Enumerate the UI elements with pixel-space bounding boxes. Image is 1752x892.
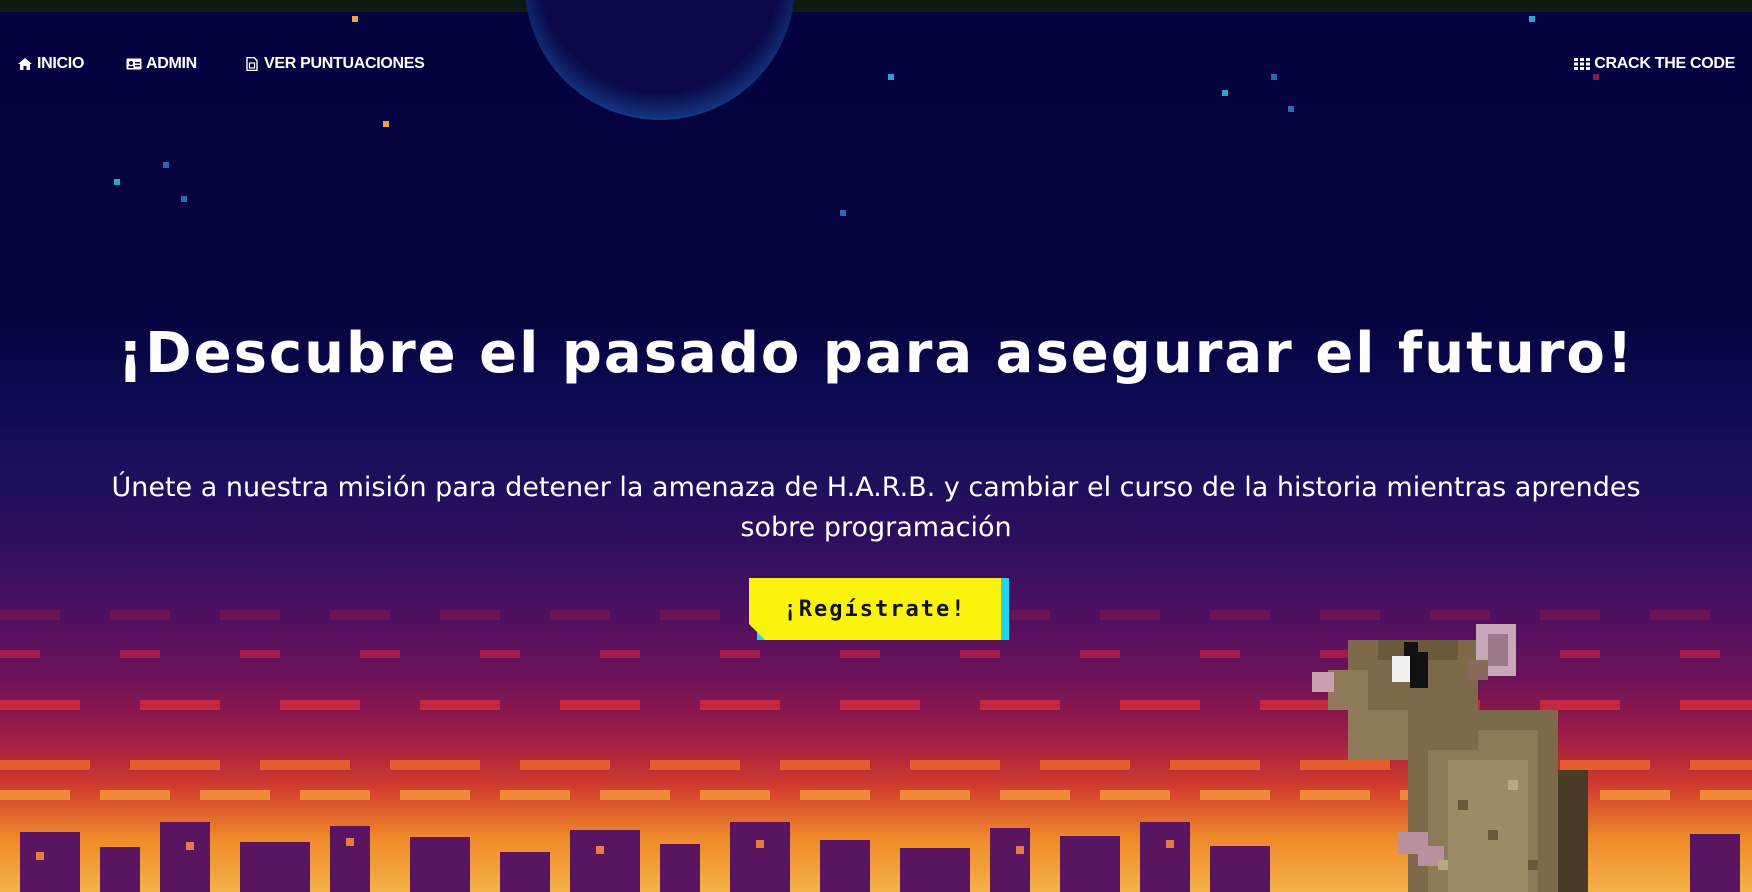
nav-inicio-label: INICIO [37,55,85,72]
nav-inicio[interactable]: INICIO [17,54,84,74]
landing-page: INICIO ADMIN VER PUNTUACIONES CRACK THE … [0,0,1752,892]
star [1288,106,1294,112]
star [114,179,120,185]
star [383,121,389,127]
nav-ver-puntuaciones-label: VER PUNTUACIONES [264,55,425,72]
navbar: INICIO ADMIN VER PUNTUACIONES CRACK THE … [0,12,1752,92]
document-icon [246,57,258,71]
register-button[interactable]: ¡Regístrate! [749,578,1001,640]
star [181,196,187,202]
pixel-rat-illustration [1312,624,1588,892]
nav-ver-puntuaciones[interactable]: VER PUNTUACIONES [244,54,425,74]
register-button-wrapper: ¡Regístrate! [749,578,1009,640]
browser-top-strip [0,0,1752,12]
hero-subtitle: Únete a nuestra misión para detener la a… [111,472,1641,543]
nav-admin-label: ADMIN [146,55,197,72]
hero-title: ¡Descubre el pasado para asegurar el fut… [117,321,1635,386]
star [840,210,846,216]
id-card-icon [126,58,142,70]
nav-admin[interactable]: ADMIN [126,54,197,74]
nav-crack-the-code[interactable]: CRACK THE CODE [1574,54,1735,74]
nav-crack-the-code-label: CRACK THE CODE [1594,55,1735,72]
grid-icon [1574,58,1591,70]
home-icon [18,58,32,70]
star [163,162,169,168]
